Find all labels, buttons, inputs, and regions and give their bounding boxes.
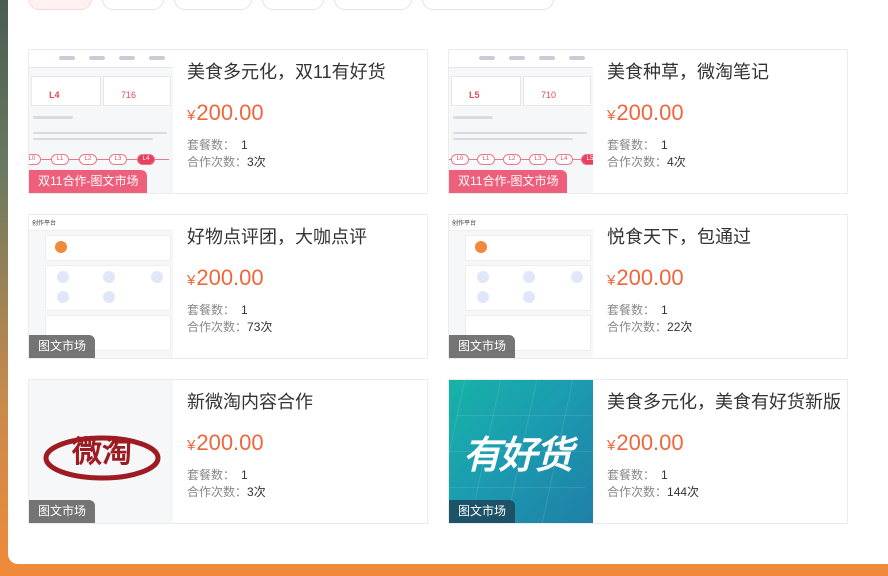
- package-count: 套餐数： 1: [187, 303, 248, 317]
- card-title[interactable]: 美食多元化，双11有好货: [187, 60, 421, 84]
- card-price: ¥200.00: [607, 430, 684, 455]
- card-tag: 双11合作-图文市场: [449, 170, 568, 193]
- service-card[interactable]: L4 716 L0 L1 L2 L3 L4 双11合作-图文市场 美食多元化，双…: [28, 49, 428, 194]
- package-count: 套餐数： 1: [607, 303, 668, 317]
- coop-count: 合作次数：3次: [187, 485, 266, 499]
- card-price: ¥200.00: [607, 100, 684, 125]
- card-price: ¥200.00: [187, 265, 264, 290]
- filter-chip[interactable]: [262, 0, 324, 10]
- card-price: ¥200.00: [187, 430, 264, 455]
- card-title[interactable]: 美食多元化，美食有好货新版: [607, 390, 841, 414]
- card-thumbnail: 创作平台 图文市场: [29, 215, 173, 358]
- service-card[interactable]: 微淘 图文市场 新微淘内容合作 ¥200.00 套餐数： 1 合作次数：3次: [28, 379, 428, 524]
- thumb-value: 710: [541, 90, 557, 100]
- package-count: 套餐数： 1: [607, 468, 668, 482]
- card-price: ¥200.00: [607, 265, 684, 290]
- package-count: 套餐数： 1: [607, 138, 668, 152]
- card-title[interactable]: 好物点评团，大咖点评: [187, 225, 421, 249]
- card-tag: 双11合作-图文市场: [29, 170, 148, 193]
- service-card[interactable]: 有好货 图文市场 美食多元化，美食有好货新版 ¥200.00 套餐数： 1 合作次…: [448, 379, 848, 524]
- coop-count: 合作次数：3次: [187, 155, 266, 169]
- filter-chip[interactable]: [422, 0, 554, 10]
- package-count: 套餐数： 1: [187, 468, 248, 482]
- coop-count: 合作次数：144次: [607, 485, 700, 499]
- weitao-logo: 微淘: [43, 435, 161, 481]
- card-thumbnail: 有好货 图文市场: [449, 380, 593, 523]
- card-price: ¥200.00: [187, 100, 264, 125]
- coop-count: 合作次数：22次: [607, 320, 693, 334]
- thumb-value: 716: [121, 90, 137, 100]
- svg-text:微淘: 微淘: [71, 435, 132, 470]
- card-title[interactable]: 新微淘内容合作: [187, 390, 421, 414]
- coop-count: 合作次数：73次: [187, 320, 273, 334]
- card-tag: 图文市场: [449, 500, 516, 523]
- card-title[interactable]: 美食种草，微淘笔记: [607, 60, 841, 84]
- service-card[interactable]: L5 710 L0 L1 L2 L3 L4 L5 双11合作-图文市场 美食种草…: [448, 49, 848, 194]
- card-thumbnail: 创作平台 图文市场: [449, 215, 593, 358]
- filter-chip[interactable]: [174, 0, 252, 10]
- card-thumbnail: L5 710 L0 L1 L2 L3 L4 L5 双11合作-图文市场: [449, 50, 593, 193]
- thumb-level: L5: [469, 90, 480, 100]
- filter-chip[interactable]: [102, 0, 164, 10]
- filter-chip-active[interactable]: [28, 0, 92, 10]
- filter-chip[interactable]: [334, 0, 412, 10]
- service-card[interactable]: 创作平台 图文市场 好物点评团，大咖点评 ¥200.00 套餐数： 1 合作次数：…: [28, 214, 428, 359]
- card-title[interactable]: 悦食天下，包通过: [607, 225, 841, 249]
- filter-chips: [28, 0, 554, 10]
- card-tag: 图文市场: [29, 335, 96, 358]
- content-panel: L4 716 L0 L1 L2 L3 L4 双11合作-图文市场 美食多元化，双…: [8, 0, 888, 564]
- card-thumbnail: L4 716 L0 L1 L2 L3 L4 双11合作-图文市场: [29, 50, 173, 193]
- card-thumbnail: 微淘 图文市场: [29, 380, 173, 523]
- service-card[interactable]: 创作平台 图文市场 悦食天下，包通过 ¥200.00 套餐数： 1 合作次数：22…: [448, 214, 848, 359]
- package-count: 套餐数： 1: [187, 138, 248, 152]
- card-tag: 图文市场: [29, 500, 96, 523]
- coop-count: 合作次数：4次: [607, 155, 686, 169]
- thumb-level: L4: [49, 90, 60, 100]
- card-tag: 图文市场: [449, 335, 516, 358]
